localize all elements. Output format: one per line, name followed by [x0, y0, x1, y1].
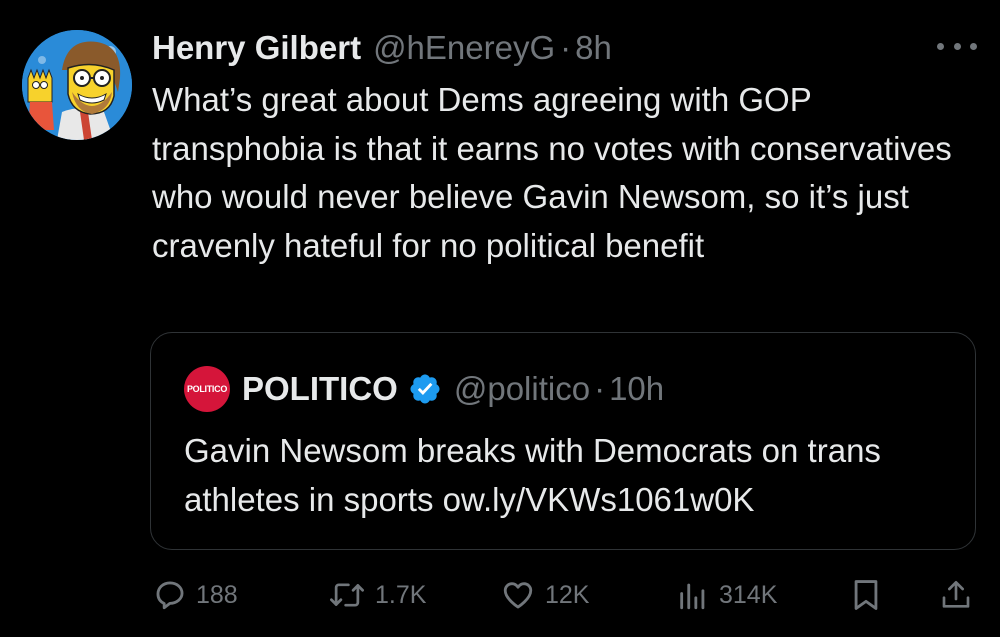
verified-badge-icon: [410, 374, 440, 404]
separator-dot: ·: [560, 29, 572, 66]
retweet-icon: [330, 583, 364, 607]
reply-count: 188: [196, 580, 238, 609]
politico-logo-text: POLITICO: [186, 384, 228, 394]
quoted-author-name: POLITICO: [242, 370, 398, 407]
retweet-button[interactable]: 1.7K: [328, 575, 426, 615]
more-options-icon[interactable]: [937, 33, 977, 59]
reply-button[interactable]: 188: [153, 575, 238, 615]
like-count: 12K: [545, 580, 590, 609]
heart-icon: [503, 582, 533, 609]
quoted-tweet-timestamp: 10h: [609, 370, 665, 407]
reply-icon: [156, 581, 184, 610]
bookmark-button[interactable]: [851, 575, 881, 615]
bookmark-icon: [854, 580, 878, 610]
quoted-tweet-card[interactable]: POLITICO POLITICO @politico · 10h Gavin …: [150, 332, 976, 550]
author-name[interactable]: Henry Gilbert: [152, 28, 361, 68]
view-count: 314K: [719, 580, 778, 609]
share-icon: [942, 581, 970, 608]
separator-dot: ·: [594, 370, 606, 407]
author-handle[interactable]: @hEnereyG: [373, 28, 555, 68]
more-dot: [937, 42, 944, 50]
avatar-illustration: [22, 30, 132, 140]
tweet-timestamp[interactable]: 8h: [575, 28, 612, 68]
share-button[interactable]: [940, 575, 972, 615]
views-button[interactable]: 314K: [676, 575, 777, 615]
quoted-tweet-header: POLITICO POLITICO @politico · 10h: [184, 366, 665, 412]
quoted-tweet-text: Gavin Newsom breaks with Democrats on tr…: [184, 432, 881, 518]
retweet-count: 1.7K: [375, 580, 427, 609]
quoted-author-handle: @politico: [453, 370, 591, 407]
more-dot: [970, 42, 977, 50]
politico-avatar: POLITICO: [184, 366, 230, 412]
views-icon: [680, 583, 705, 610]
more-dot: [953, 42, 961, 50]
tweet-header: Henry Gilbert @hEnereyG · 8h: [152, 28, 612, 68]
like-button[interactable]: 12K: [500, 575, 589, 615]
author-avatar[interactable]: [22, 30, 132, 140]
tweet-text: What’s great about Dems agreeing with GO…: [152, 81, 952, 264]
